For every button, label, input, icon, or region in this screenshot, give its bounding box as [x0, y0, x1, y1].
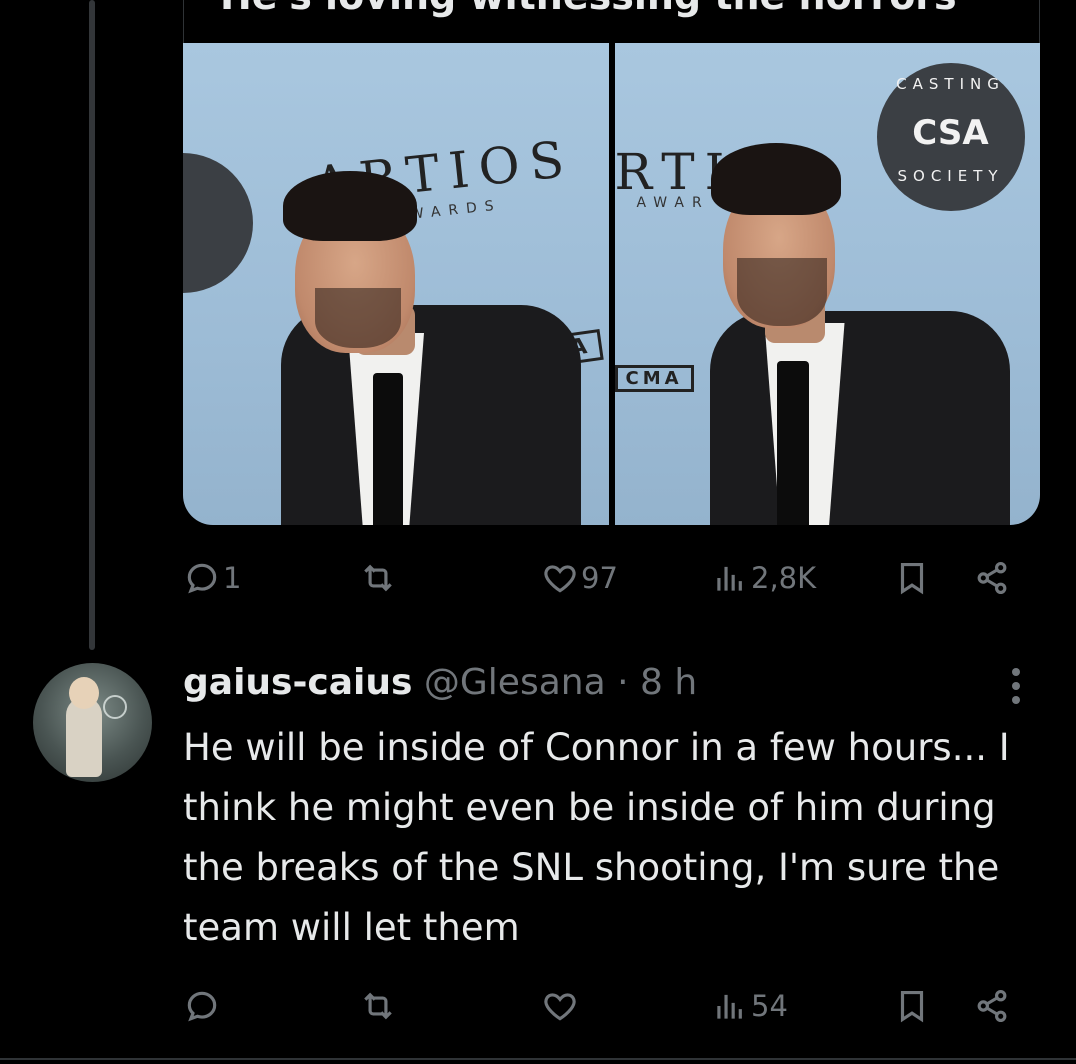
sponsor-logo: CMA	[614, 365, 694, 392]
timeline: He's loving witnessing the horrors ARTIO…	[0, 0, 1076, 1064]
share-button[interactable]	[973, 556, 1011, 600]
avatar-figure-body	[66, 697, 102, 777]
share-icon	[977, 562, 1007, 594]
reply-share-button[interactable]	[973, 984, 1011, 1028]
retweet-icon	[364, 564, 392, 592]
divider	[0, 1058, 1076, 1060]
retweet-icon	[364, 992, 392, 1020]
bookmark-button[interactable]	[893, 556, 931, 600]
bookmark-icon	[900, 990, 924, 1023]
csa-seal-logo: CASTING CSA SOCIETY	[876, 63, 1025, 211]
heart-icon	[544, 993, 576, 1021]
reply-button[interactable]: 1	[183, 556, 241, 600]
views-icon	[717, 566, 742, 591]
reply-action-bar: 54	[183, 984, 1023, 1028]
person-beard	[736, 258, 827, 326]
reply-time[interactable]: 8 h	[640, 662, 697, 703]
media-photo-left[interactable]: ARTIOS AWARDS CMA	[183, 43, 609, 525]
reply-icon	[187, 991, 217, 1022]
avatar-bubble	[103, 695, 127, 719]
reply-views-button[interactable]: 54	[711, 984, 788, 1028]
thread-connector-line	[89, 0, 95, 650]
retweet-button[interactable]	[359, 556, 397, 600]
quoted-top-text: He's loving witnessing the horrors	[220, 0, 957, 18]
person-tie	[373, 373, 403, 525]
tweet-action-bar: 1 97 2,8K	[183, 556, 1023, 600]
share-icon	[977, 990, 1007, 1022]
person-suit	[709, 311, 1010, 525]
more-dot-icon	[1012, 682, 1020, 690]
reply-like-button[interactable]	[541, 984, 581, 1028]
like-button[interactable]: 97	[541, 556, 618, 600]
backdrop-sub: AWAR	[636, 195, 710, 211]
heart-icon	[544, 565, 576, 593]
seal-bottom-text: SOCIETY	[897, 167, 1004, 185]
media-photo-right[interactable]: RTIOS AWAR CMA CASTING CSA SOCIETY	[614, 43, 1040, 525]
views-count: 2,8K	[751, 561, 817, 595]
seal-top-text: CASTING	[896, 75, 1005, 93]
reply-count: 1	[223, 561, 242, 595]
tweet-media-grid[interactable]: ARTIOS AWARDS CMA RTIOS AWAR CMA CASTING…	[183, 43, 1040, 525]
like-count: 97	[581, 561, 618, 595]
person-beard	[315, 288, 401, 348]
reply-text: He will be inside of Connor in a few hou…	[183, 726, 1010, 949]
reply-retweet-button[interactable]	[359, 984, 397, 1028]
reply-icon	[187, 563, 217, 594]
views-icon	[717, 994, 742, 1019]
reply-display-name[interactable]: gaius-caius	[183, 662, 412, 703]
views-button[interactable]: 2,8K	[711, 556, 816, 600]
bookmark-icon	[900, 562, 924, 595]
person-tie	[776, 361, 809, 525]
avatar-figure-head	[69, 677, 99, 709]
seal-center-text: CSA	[912, 113, 989, 153]
person-hair	[283, 171, 417, 241]
person-hair	[710, 143, 841, 215]
reply-views-count: 54	[751, 989, 788, 1023]
backdrop-seal	[183, 153, 253, 293]
more-options-button[interactable]	[1004, 666, 1028, 706]
more-dot-icon	[1012, 668, 1020, 676]
quoted-text-strip: He's loving witnessing the horrors	[183, 0, 1040, 44]
more-dot-icon	[1012, 696, 1020, 704]
reply-reply-button[interactable]	[183, 984, 223, 1028]
reply-handle[interactable]: @Glesana	[424, 662, 606, 703]
reply-bookmark-button[interactable]	[893, 984, 931, 1028]
reply-header: gaius-caius @Glesana · 8 h	[183, 662, 697, 712]
reply-separator: ·	[617, 662, 629, 703]
avatar[interactable]	[33, 663, 152, 782]
